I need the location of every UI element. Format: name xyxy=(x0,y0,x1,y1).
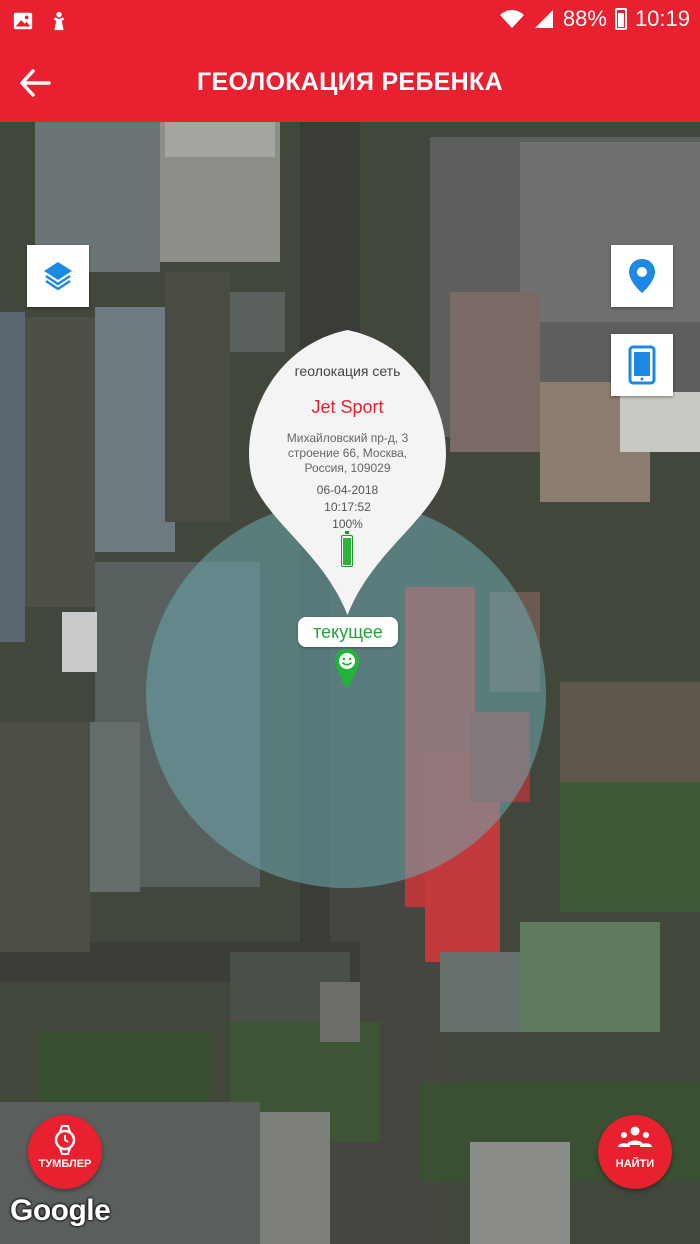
device-name: Jet Sport xyxy=(311,397,384,417)
battery-icon xyxy=(341,531,353,567)
status-bar-left xyxy=(12,10,70,32)
phone-icon xyxy=(628,345,656,385)
status-bar-right: 88% 10:19 xyxy=(499,6,690,32)
battery-fill xyxy=(343,538,351,565)
tumbler-button[interactable]: ТУМБЛЕР xyxy=(28,1115,102,1189)
info-window[interactable]: геолокация сеть Jet Sport Михайловский п… xyxy=(245,327,450,617)
find-button[interactable]: НАЙТИ xyxy=(598,1115,672,1189)
address: Михайловский пр-д, 3 строение 66, Москва… xyxy=(286,431,409,475)
current-location-label: текущее xyxy=(298,617,398,647)
tumbler-label: ТУМБЛЕР xyxy=(38,1158,92,1170)
clock: 10:19 xyxy=(634,6,690,31)
signal-icon xyxy=(534,10,553,28)
battery-percent: 88% xyxy=(562,6,607,31)
child-location-pin-icon[interactable] xyxy=(334,648,360,690)
child-icon xyxy=(53,11,65,31)
battery-icon xyxy=(614,8,627,30)
find-label: НАЙТИ xyxy=(615,1158,655,1170)
info-title: геолокация сеть xyxy=(294,363,401,379)
status-bar: 88% 10:19 xyxy=(0,0,700,44)
google-attribution: Google xyxy=(10,1194,111,1227)
layers-icon xyxy=(44,262,72,291)
battery-value: 100% xyxy=(332,517,363,531)
wifi-icon xyxy=(499,10,524,28)
location-date: 06-04-2018 xyxy=(316,483,379,497)
map-view[interactable]: геолокация сеть Jet Sport Михайловский п… xyxy=(0,122,700,1244)
gallery-icon xyxy=(13,12,33,30)
location-button[interactable] xyxy=(611,245,673,307)
location-pin-icon xyxy=(629,259,655,293)
device-button[interactable] xyxy=(611,334,673,396)
page-title: ГЕОЛОКАЦИЯ РЕБЕНКА xyxy=(197,68,503,96)
location-time: 10:17:52 xyxy=(324,500,371,514)
watch-icon xyxy=(54,1125,76,1155)
layers-button[interactable] xyxy=(27,245,89,307)
app-bar: ГЕОЛОКАЦИЯ РЕБЕНКА xyxy=(0,44,700,122)
people-search-icon xyxy=(618,1126,652,1147)
